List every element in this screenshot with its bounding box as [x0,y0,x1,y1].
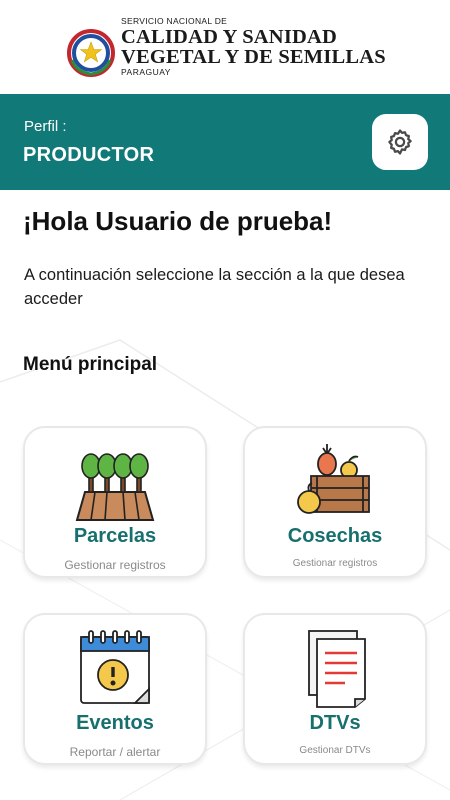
gear-icon [388,129,412,155]
settings-button[interactable] [372,114,428,170]
profile-label: Perfil : [24,118,67,135]
org-country: PARAGUAY [121,67,171,77]
profile-role: PRODUCTOR [23,144,155,166]
menu-card-eventos[interactable]: Eventos Reportar / alertar [23,613,207,765]
calendar-alert-icon [80,630,150,704]
org-name: SERVICIO NACIONAL DE CALIDAD Y SANIDAD V… [121,16,386,78]
menu-card-dtvs[interactable]: DTVs Gestionar DTVs [243,613,427,765]
org-line-2: VEGETAL Y DE SEMILLAS [121,46,386,68]
card-label: Cosechas [287,525,383,547]
org-line-1: CALIDAD Y SANIDAD [121,26,338,48]
profile-bar: Perfil : PRODUCTOR [0,94,450,190]
card-subtitle: Gestionar DTVs [299,745,371,756]
menu-card-parcelas[interactable]: Parcelas Gestionar registros [23,426,207,578]
harvest-basket-icon [297,444,370,514]
card-subtitle: Reportar / alertar [69,745,161,759]
menu-card-cosechas[interactable]: Cosechas Gestionar registros [243,426,427,578]
card-subtitle: Gestionar registros [292,558,378,569]
instruction-text: A continuación seleccione la sección a l… [24,266,405,308]
card-subtitle: Gestionar registros [64,558,166,572]
greeting-title: ¡Hola Usuario de prueba! [23,206,333,236]
card-label: Eventos [76,712,154,734]
header-logo: SERVICIO NACIONAL DE CALIDAD Y SANIDAD V… [0,0,450,94]
card-label: Parcelas [73,525,157,547]
card-label: DTVs [309,712,361,734]
trees-field-icon [75,453,155,521]
paraguay-seal-icon [67,29,115,77]
menu-title: Menú principal [23,354,158,375]
documents-icon [308,630,366,708]
